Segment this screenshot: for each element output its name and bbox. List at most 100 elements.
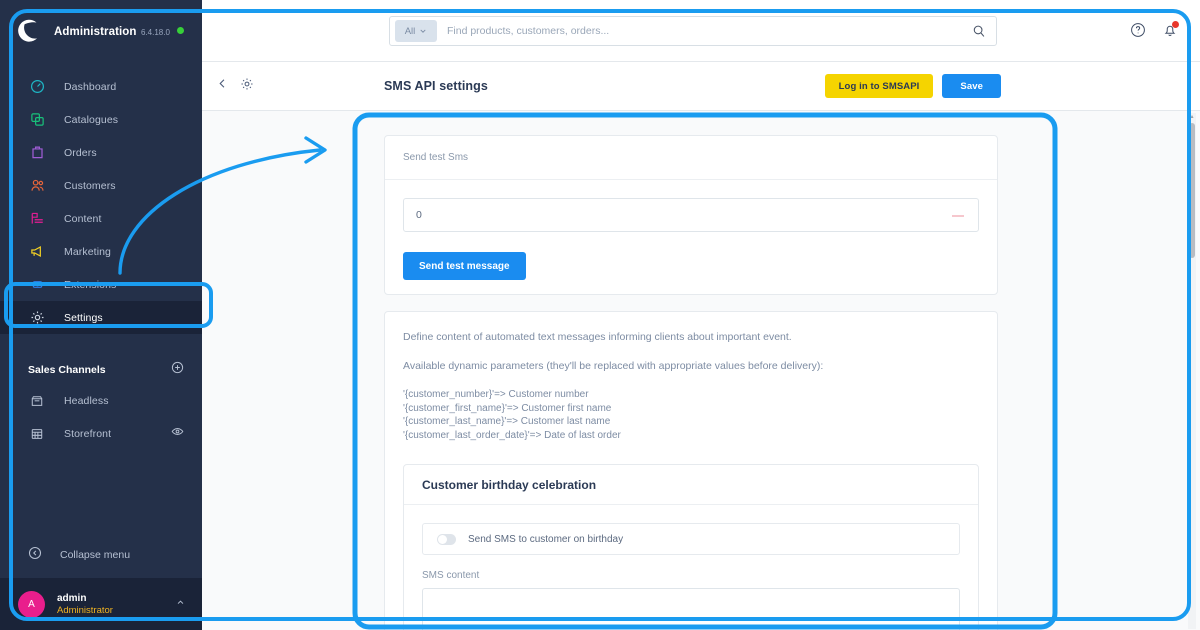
send-test-sms-card-header: Send test Sms [385,136,997,180]
sidebar-item-extensions[interactable]: Extensions [0,268,202,301]
user-account-button[interactable]: A admin Administrator [0,578,202,630]
send-test-message-button[interactable]: Send test message [403,252,526,280]
dynamic-parameters-list: '{customer_number}'=> Customer number '{… [403,389,621,441]
phone-number-value: 0 [416,209,422,221]
birthday-sms-toggle[interactable] [437,533,456,545]
sales-channels-title: Sales Channels [28,364,106,376]
settings-gear-icon [28,309,46,327]
help-circle-icon[interactable] [1130,22,1146,43]
content-scroll-area: Send test Sms 0 Send test message Define… [202,111,1200,630]
search-icon[interactable] [962,17,996,45]
headless-icon [28,392,46,410]
automated-messages-body: Define content of automated text message… [385,312,997,630]
sidebar-item-orders[interactable]: Orders [0,136,202,169]
sidebar-item-catalogues[interactable]: Catalogues [0,103,202,136]
chevron-up-icon[interactable] [175,597,186,611]
available-parameters-text: Available dynamic parameters (they'll be… [403,360,824,372]
sidebar-item-label: Catalogues [64,113,119,126]
page-header: SMS API settings Log in to SMSAPI Save [202,62,1200,111]
top-bar: All [202,0,1200,62]
shopware-logo-icon [14,16,44,46]
admin-application-window: Administration 6.4.18.0 Dashboard Catalo… [0,0,1200,630]
collapse-menu-button[interactable]: Collapse menu [0,538,202,572]
sidebar-item-dashboard[interactable]: Dashboard [0,70,202,103]
customer-birthday-card-header: Customer birthday celebration [404,465,978,505]
search-scope-label: All [404,25,416,37]
sidebar-item-label: Customers [64,179,116,192]
brand-text-block: Administration 6.4.18.0 [54,22,170,40]
define-content-text: Define content of automated text message… [403,331,792,343]
brand-title: Administration [54,26,137,38]
user-meta: admin Administrator [57,592,175,617]
send-test-sms-card: Send test Sms 0 Send test message [384,135,998,295]
topbar-icons [1130,21,1179,43]
sidebar-item-label: Storefront [64,427,112,440]
eye-icon[interactable] [171,425,184,443]
search-input[interactable] [447,25,962,37]
sidebar-item-label: Dashboard [64,80,117,93]
send-test-sms-card-body: 0 Send test message [385,180,997,298]
scrollbar-thumb[interactable] [1189,123,1195,258]
sidebar-item-label: Content [64,212,102,225]
save-button[interactable]: Save [942,74,1001,98]
automated-messages-card: Define content of automated text message… [384,311,998,630]
dashboard-icon [28,78,46,96]
bell-icon[interactable] [1162,21,1179,43]
catalogues-icon [28,111,46,129]
main-sidebar: Administration 6.4.18.0 Dashboard Catalo… [0,0,202,630]
content-icon [28,210,46,228]
sms-content-textarea[interactable] [422,588,960,630]
birthday-sms-toggle-row[interactable]: Send SMS to customer on birthday [422,523,960,555]
sidebar-item-content[interactable]: Content [0,202,202,235]
gear-icon[interactable] [240,77,254,96]
sidebar-item-label: Headless [64,394,109,407]
orders-icon [28,144,46,162]
scroll-up-arrow-icon[interactable]: ▴ [1189,114,1195,120]
plus-circle-icon[interactable] [171,361,184,379]
user-name: admin [57,592,87,604]
storefront-icon [28,425,46,443]
global-search-bar[interactable]: All [389,16,997,46]
customer-birthday-card: Customer birthday celebration Send SMS t… [403,464,979,630]
page-title: SMS API settings [384,79,488,93]
sms-content-label: SMS content [422,570,480,581]
main-area: All Find products, customers, orders... … [202,0,1200,630]
back-and-settings-group[interactable] [216,77,254,96]
sales-channels-header: Sales Channels [0,356,202,384]
online-status-dot [177,27,184,34]
sidebar-item-label: Extensions [64,278,117,291]
sidebar-item-storefront[interactable]: Storefront [0,417,202,450]
sidebar-item-settings[interactable]: Settings [0,301,202,334]
sidebar-item-marketing[interactable]: Marketing [0,235,202,268]
notification-badge [1172,21,1179,28]
birthday-sms-toggle-label: Send SMS to customer on birthday [468,533,624,545]
page-actions: Log in to SMSAPI Save [824,74,1001,98]
user-role: Administrator [57,604,113,616]
phone-number-input[interactable]: 0 [403,198,979,232]
chevron-left-icon[interactable] [216,77,229,95]
collapse-chevron-icon [28,546,42,565]
login-to-smsapi-button[interactable]: Log in to SMSAPI [824,74,934,98]
sidebar-item-label: Marketing [64,245,112,258]
customers-icon [28,177,46,195]
sidebar-item-headless[interactable]: Headless [0,384,202,417]
primary-nav: Dashboard Catalogues Orders Customers Co… [0,70,202,334]
collapse-menu-label: Collapse menu [60,549,131,561]
extensions-icon [28,276,46,294]
avatar: A [18,590,45,618]
input-clear-icon[interactable] [952,215,964,217]
sidebar-item-label: Orders [64,146,97,159]
sidebar-item-label: Settings [64,311,103,324]
toggle-knob [438,534,447,544]
marketing-icon [28,243,46,261]
brand-version: 6.4.18.0 [141,28,170,37]
chevron-down-icon [419,22,427,40]
content-scrollbar[interactable]: ▴ [1188,113,1196,629]
sidebar-item-customers[interactable]: Customers [0,169,202,202]
customer-birthday-card-body: Send SMS to customer on birthday SMS con… [404,505,978,630]
brand-header[interactable]: Administration 6.4.18.0 [0,0,202,62]
search-scope-selector[interactable]: All [395,20,437,42]
customer-birthday-title: Customer birthday celebration [422,477,597,492]
card-header-title: Send test Sms [403,152,469,163]
